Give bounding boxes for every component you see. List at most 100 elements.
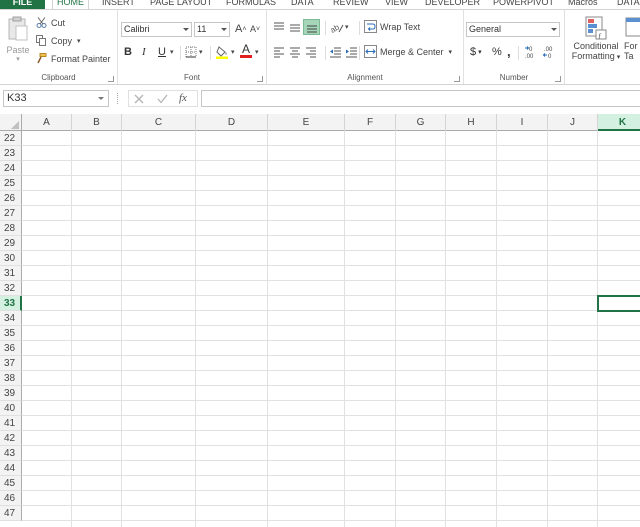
row-header[interactable]: 23 xyxy=(0,146,22,161)
decrease-decimal-button[interactable]: .00 0 xyxy=(543,45,557,59)
tab-data-2[interactable]: DATA xyxy=(617,0,640,9)
row-header[interactable]: 34 xyxy=(0,311,22,326)
cancel-icon[interactable] xyxy=(134,94,144,104)
row-header[interactable]: 46 xyxy=(0,491,22,506)
grow-font-button[interactable]: A ˄ xyxy=(235,23,246,35)
row-header[interactable]: 47 xyxy=(0,506,22,521)
column-header-b[interactable]: B xyxy=(72,114,122,131)
column-header-i[interactable]: I xyxy=(497,114,548,131)
paste-dropdown-arrow[interactable]: ▾ xyxy=(16,55,20,63)
align-top-button[interactable] xyxy=(273,21,285,33)
merge-center-dropdown[interactable]: ▾ xyxy=(449,48,453,56)
bold-button[interactable]: B xyxy=(124,46,132,58)
decrease-indent-button[interactable] xyxy=(329,46,342,58)
align-bottom-button[interactable] xyxy=(303,19,320,35)
underline-button[interactable]: U xyxy=(158,46,166,58)
format-painter-button[interactable]: Format Painter xyxy=(36,52,111,65)
column-header-c[interactable]: C xyxy=(122,114,196,131)
row-header[interactable]: 36 xyxy=(0,341,22,356)
wrap-text-button[interactable]: Wrap Text xyxy=(364,20,420,33)
column-header-e[interactable]: E xyxy=(268,114,345,131)
font-color-button[interactable]: A xyxy=(240,43,252,58)
number-dialog-launcher[interactable] xyxy=(555,76,561,82)
copy-button[interactable]: Copy ▾ xyxy=(36,34,81,47)
clipboard-dialog-launcher[interactable] xyxy=(108,76,114,82)
tab-data[interactable]: DATA xyxy=(291,0,314,9)
row-header[interactable]: 30 xyxy=(0,251,22,266)
fill-color-button[interactable]: ▾ xyxy=(216,45,235,59)
underline-dropdown[interactable]: ▾ xyxy=(170,48,174,56)
cut-button[interactable]: Cut xyxy=(36,16,65,29)
comma-style-button[interactable]: , xyxy=(507,44,511,59)
number-format-combo[interactable]: General xyxy=(466,22,560,37)
align-left-button[interactable] xyxy=(273,46,285,58)
row-header[interactable]: 38 xyxy=(0,371,22,386)
row-header[interactable]: 28 xyxy=(0,221,22,236)
tab-insert[interactable]: INSERT xyxy=(102,0,135,9)
row-header[interactable]: 45 xyxy=(0,476,22,491)
row-header[interactable]: 37 xyxy=(0,356,22,371)
alignment-dialog-launcher[interactable] xyxy=(454,76,460,82)
row-header[interactable]: 24 xyxy=(0,161,22,176)
tab-home[interactable]: HOME xyxy=(52,0,89,9)
row-header[interactable]: 32 xyxy=(0,281,22,296)
column-header-d[interactable]: D xyxy=(196,114,268,131)
row-header[interactable]: 35 xyxy=(0,326,22,341)
row-header[interactable]: 41 xyxy=(0,416,22,431)
align-center-button[interactable] xyxy=(289,46,301,58)
row-header[interactable]: 29 xyxy=(0,236,22,251)
tab-powerpivot[interactable]: POWERPIVOT xyxy=(493,0,554,9)
formula-bar-resize-handle[interactable] xyxy=(117,93,119,104)
row-header[interactable]: 40 xyxy=(0,401,22,416)
format-as-table-button[interactable]: For Ta xyxy=(624,16,640,61)
column-header-j[interactable]: J xyxy=(548,114,598,131)
font-size-combo[interactable]: 11 xyxy=(194,22,230,37)
copy-dropdown-arrow[interactable]: ▾ xyxy=(77,37,81,45)
name-box[interactable]: K33 xyxy=(3,90,109,107)
column-header-h[interactable]: H xyxy=(446,114,497,131)
tab-formulas[interactable]: FORMULAS xyxy=(226,0,276,9)
formula-input[interactable] xyxy=(201,90,640,107)
insert-function-icon[interactable]: fx xyxy=(179,92,187,104)
font-dialog-launcher[interactable] xyxy=(257,76,263,82)
align-right-button[interactable] xyxy=(305,46,317,58)
column-header-f[interactable]: F xyxy=(345,114,396,131)
tab-file[interactable]: FILE xyxy=(0,0,45,9)
font-color-dropdown[interactable]: ▾ xyxy=(255,48,259,56)
row-header[interactable]: 27 xyxy=(0,206,22,221)
tab-view[interactable]: VIEW xyxy=(385,0,408,9)
row-header[interactable]: 26 xyxy=(0,191,22,206)
select-all-button[interactable] xyxy=(0,114,22,131)
row-header[interactable]: 43 xyxy=(0,446,22,461)
font-name-combo[interactable]: Calibri xyxy=(121,22,192,37)
paste-button[interactable]: Paste ▾ xyxy=(4,16,32,76)
column-header-k[interactable]: K xyxy=(598,114,640,131)
tab-macros[interactable]: Macros xyxy=(568,0,598,9)
tab-review[interactable]: REVIEW xyxy=(333,0,369,9)
tab-page-layout[interactable]: PAGE LAYOUT xyxy=(150,0,212,9)
row-header[interactable]: 22 xyxy=(0,131,22,146)
conditional-formatting-button[interactable]: ƒ Conditional Formatting ▾ xyxy=(568,16,624,61)
active-cell[interactable] xyxy=(597,295,640,312)
column-header-a[interactable]: A xyxy=(22,114,72,131)
align-middle-button[interactable] xyxy=(289,21,301,33)
row-header[interactable]: 31 xyxy=(0,266,22,281)
row-header-selected[interactable]: 33 xyxy=(0,296,22,311)
row-header[interactable]: 44 xyxy=(0,461,22,476)
percent-style-button[interactable]: % xyxy=(492,46,502,58)
tab-developer[interactable]: DEVELOPER xyxy=(425,0,480,9)
increase-indent-button[interactable] xyxy=(345,46,358,58)
row-header[interactable]: 39 xyxy=(0,386,22,401)
orientation-button[interactable]: ab ▾ xyxy=(330,21,349,33)
worksheet-grid[interactable]: A B C D E F G H I J K 22 23 24 25 26 27 … xyxy=(0,114,640,527)
borders-button[interactable]: ▾ xyxy=(185,46,203,58)
row-header[interactable]: 25 xyxy=(0,176,22,191)
merge-center-button[interactable]: Merge & Center ▾ xyxy=(364,45,452,58)
italic-button[interactable]: I xyxy=(142,46,146,58)
row-header[interactable]: 42 xyxy=(0,431,22,446)
shrink-font-button[interactable]: A ˅ xyxy=(250,24,260,34)
increase-decimal-button[interactable]: 0.00 xyxy=(524,45,538,59)
accounting-format-button[interactable]: $ ▾ xyxy=(470,46,482,58)
column-header-g[interactable]: G xyxy=(396,114,446,131)
enter-check-icon[interactable] xyxy=(157,94,168,104)
